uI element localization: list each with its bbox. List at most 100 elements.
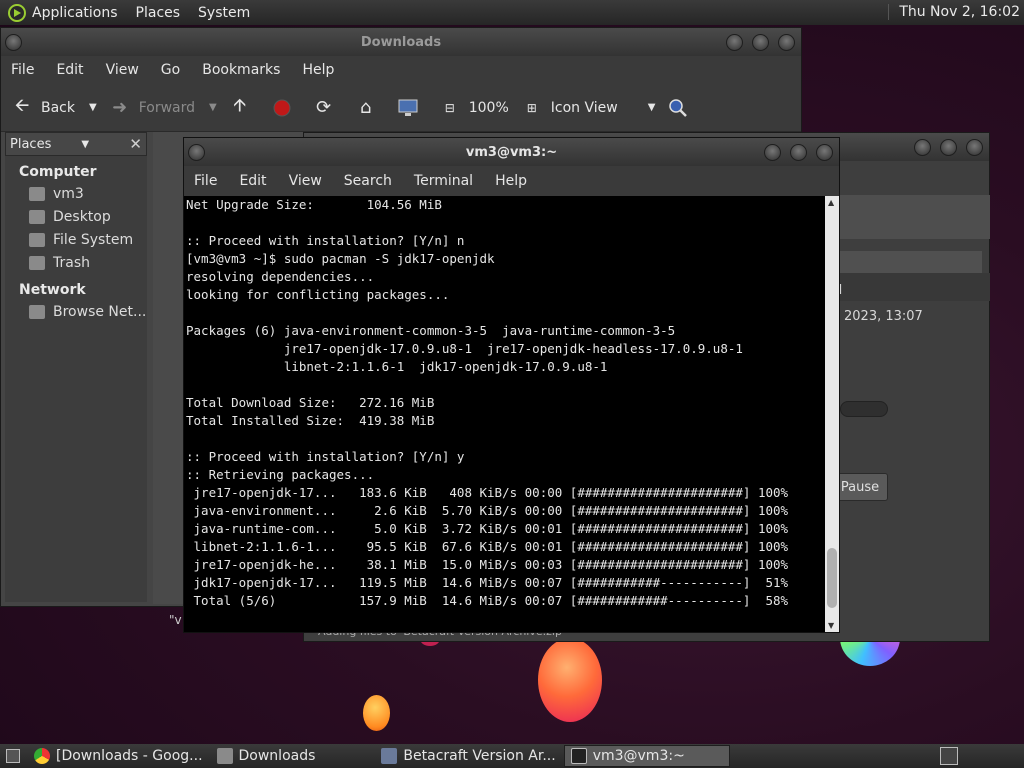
maximize-button[interactable] <box>752 34 769 51</box>
stop-button[interactable] <box>271 97 301 119</box>
reload-icon: ⟳ <box>316 97 332 118</box>
maximize-button[interactable] <box>790 144 807 161</box>
window-menu-button[interactable] <box>188 144 205 161</box>
terminal-line: resolving dependencies... <box>186 269 375 284</box>
window-title: vm3@vm3:~ <box>465 144 558 160</box>
chevron-down-icon[interactable]: ▼ <box>89 102 97 113</box>
terminal-line: libnet-2:1.1.6-1... 95.5 KiB 67.6 KiB/s … <box>186 539 789 554</box>
desktop-folder-icon <box>29 209 45 224</box>
sidebar-item-desktop[interactable]: Desktop <box>5 205 147 228</box>
reload-button[interactable]: ⟳ <box>313 97 343 119</box>
zoom-in-icon: ⊞ <box>526 100 537 115</box>
home-button[interactable]: ⌂ <box>355 97 385 119</box>
distro-logo-icon[interactable] <box>8 3 26 22</box>
zoom-out-icon: ⊟ <box>444 100 455 115</box>
menu-go[interactable]: Go <box>161 62 180 78</box>
zoom-out-button[interactable]: ⊟ 100% <box>439 97 509 119</box>
close-button[interactable] <box>778 34 795 51</box>
scrollbar-thumb[interactable] <box>827 548 837 608</box>
taskbar-item-downloads[interactable]: Downloads <box>211 745 322 767</box>
scroll-up-icon[interactable]: ▲ <box>828 198 834 207</box>
taskbar-item-chrome[interactable]: [Downloads - Goog... <box>28 745 209 767</box>
scroll-down-icon[interactable]: ▼ <box>828 621 834 630</box>
terminal-titlebar[interactable]: vm3@vm3:~ <box>184 138 839 166</box>
maximize-button[interactable] <box>940 139 957 156</box>
search-button[interactable] <box>667 97 697 119</box>
top-panel: Applications Places System Thu Nov 2, 16… <box>0 0 1024 25</box>
close-icon[interactable]: ✕ <box>129 135 142 153</box>
sidebar-item-trash[interactable]: Trash <box>5 251 147 274</box>
clock[interactable]: Thu Nov 2, 16:02 <box>888 4 1020 20</box>
applications-menu[interactable]: Applications <box>32 5 118 21</box>
chrome-icon <box>34 748 50 764</box>
menu-edit[interactable]: Edit <box>56 62 83 78</box>
computer-button[interactable] <box>397 97 427 119</box>
computer-icon <box>397 97 419 119</box>
home-icon: ⌂ <box>360 97 372 118</box>
workspace-switcher-icon[interactable] <box>940 747 958 765</box>
taskbar-item-betacraft[interactable]: Betacraft Version Ar... <box>375 745 561 767</box>
menu-file[interactable]: File <box>11 62 34 78</box>
sidebar-section-title: Network <box>19 282 86 298</box>
file-manager-toolbar: 🡨 Back ▼ ➜ Forward ▼ 🡩 ⟳ ⌂ ⊟ 100% ⊞ Icon… <box>1 84 801 132</box>
menu-file[interactable]: File <box>194 173 217 189</box>
terminal-line: java-environment... 2.6 KiB 5.70 KiB/s 0… <box>186 503 789 518</box>
terminal-scrollbar[interactable]: ▲ ▼ <box>825 196 839 632</box>
sidebar-item-file-system[interactable]: File System <box>5 228 147 251</box>
menu-search[interactable]: Search <box>344 173 392 189</box>
window-menu-button[interactable] <box>5 34 22 51</box>
system-menu[interactable]: System <box>198 5 250 21</box>
places-menu[interactable]: Places <box>136 5 181 21</box>
sidebar-item-browse-network[interactable]: Browse Net... <box>5 300 147 323</box>
panel <box>840 273 990 301</box>
forward-button[interactable]: ➜ Forward ▼ <box>109 97 217 119</box>
search-icon <box>667 97 689 119</box>
terminal-line: Total Installed Size: 419.38 MiB <box>186 413 435 428</box>
terminal-line: looking for conflicting packages... <box>186 287 450 302</box>
wallpaper-bubble <box>538 638 602 722</box>
minimize-button[interactable] <box>914 139 931 156</box>
terminal-line: [vm3@vm3 ~]$ sudo pacman -S jdk17-openjd… <box>186 251 495 266</box>
arrow-up-icon: 🡩 <box>233 94 247 116</box>
file-manager-menubar: File Edit View Go Bookmarks Help <box>1 56 801 84</box>
chevron-down-icon[interactable]: ▼ <box>81 139 89 150</box>
taskbar-item-terminal[interactable]: vm3@vm3:~ <box>563 745 730 767</box>
pause-button[interactable]: Pause <box>832 473 888 501</box>
show-desktop-button[interactable] <box>6 749 20 763</box>
terminal-screen[interactable]: Net Upgrade Size: 104.56 MiB :: Proceed … <box>184 196 827 632</box>
close-button[interactable] <box>966 139 983 156</box>
bottom-taskbar: [Downloads - Goog... Downloads Betacraft… <box>0 744 1024 768</box>
terminal-window: vm3@vm3:~ File Edit View Search Terminal… <box>183 137 840 633</box>
up-button[interactable]: 🡩 <box>229 94 259 119</box>
chevron-down-icon[interactable]: ▼ <box>209 102 217 113</box>
folder-icon <box>216 748 233 764</box>
terminal-line: Net Upgrade Size: 104.56 MiB <box>186 197 442 212</box>
panel <box>840 195 990 239</box>
drive-icon <box>29 232 45 247</box>
terminal-line: jdk17-openjdk-17... 119.5 MiB 14.6 MiB/s… <box>186 575 789 590</box>
menu-help[interactable]: Help <box>302 62 334 78</box>
view-mode-select[interactable]: ⊞ Icon View ▼ <box>521 97 656 119</box>
minimize-button[interactable] <box>764 144 781 161</box>
menu-bookmarks[interactable]: Bookmarks <box>202 62 280 78</box>
file-manager-titlebar[interactable]: Downloads <box>1 28 801 56</box>
terminal-icon <box>570 748 587 764</box>
sidebar-header[interactable]: Places ▼ ✕ <box>5 132 147 156</box>
terminal-line: Packages (6) java-environment-common-3-5… <box>186 323 676 338</box>
minimize-button[interactable] <box>726 34 743 51</box>
window-title: Downloads <box>360 34 442 50</box>
close-button[interactable] <box>816 144 833 161</box>
terminal-line: Total Download Size: 272.16 MiB <box>186 395 435 410</box>
back-button[interactable]: 🡨 Back ▼ <box>11 95 97 119</box>
menu-edit[interactable]: Edit <box>239 173 266 189</box>
menu-help[interactable]: Help <box>495 173 527 189</box>
home-folder-icon <box>29 186 45 201</box>
menu-view[interactable]: View <box>289 173 322 189</box>
menu-view[interactable]: View <box>106 62 139 78</box>
menu-terminal[interactable]: Terminal <box>414 173 473 189</box>
terminal-menubar: File Edit View Search Terminal Help <box>184 166 839 196</box>
sidebar-item-vm3[interactable]: vm3 <box>5 182 147 205</box>
